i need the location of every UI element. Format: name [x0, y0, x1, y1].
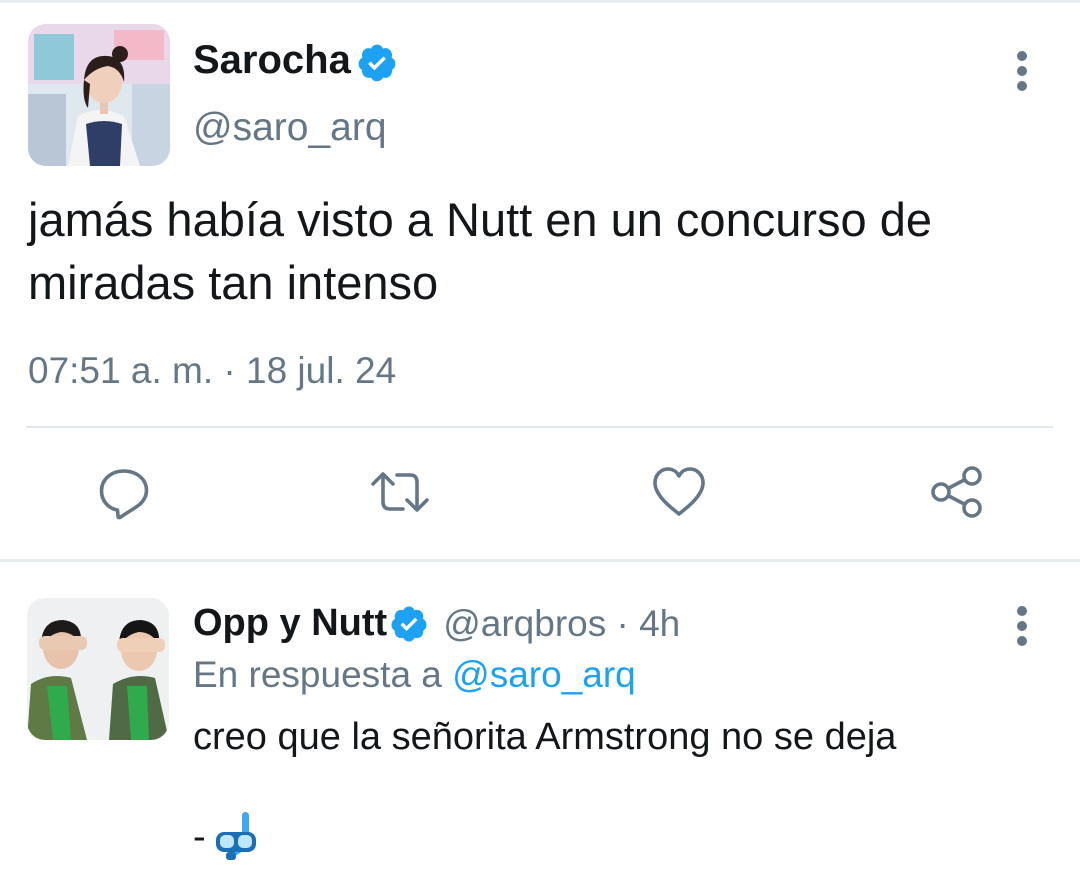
diving-mask-icon — [215, 812, 256, 860]
share-button[interactable] — [927, 462, 987, 522]
reply-tweet-signature: - — [193, 810, 266, 864]
main-tweet: Sarocha @saro_arq jamás había visto a Nu… — [0, 0, 1080, 560]
avatar-photo — [27, 598, 169, 740]
retweet-button[interactable] — [370, 462, 430, 522]
main-tweet-display-name[interactable]: Sarocha — [193, 38, 351, 83]
reply-button[interactable] — [94, 462, 154, 522]
reply-context: En respuesta a @saro_arq — [193, 654, 636, 696]
retweet-icon — [371, 472, 429, 512]
signature-dash: - — [193, 815, 206, 858]
main-tweet-avatar[interactable] — [28, 24, 170, 166]
reply-to-handle-link[interactable]: @saro_arq — [452, 654, 636, 695]
reply-tweet-text: creo que la señorita Armstrong no se dej… — [193, 716, 897, 758]
share-icon — [931, 466, 982, 518]
reply-tweet-header: Opp y Nutt @arqbros · 4h — [193, 602, 680, 645]
reply-context-prefix: En respuesta a — [193, 654, 453, 695]
more-vertical-icon[interactable] — [1015, 51, 1029, 91]
main-tweet-handle[interactable]: @saro_arq — [193, 106, 387, 150]
reply-tweet-display-name[interactable]: Opp y Nutt — [193, 602, 387, 645]
more-vertical-icon[interactable] — [1015, 606, 1029, 646]
verified-badge-icon — [358, 44, 396, 82]
main-tweet-text: jamás había visto a Nutt en un concurso … — [28, 193, 932, 309]
reply-tweet-avatar[interactable] — [27, 598, 169, 740]
reply-icon — [99, 469, 149, 520]
like-button[interactable] — [649, 462, 709, 522]
like-icon — [653, 467, 705, 516]
reply-tweet-handle[interactable]: @arqbros — [443, 603, 606, 645]
reply-tweet-time: · 4h — [606, 602, 681, 644]
tweet-actions-divider — [26, 426, 1053, 428]
verified-badge-icon — [391, 606, 427, 641]
tweet-separator — [0, 559, 1080, 562]
main-tweet-timestamp[interactable]: 07:51 a. m. · 18 jul. 24 — [28, 350, 396, 392]
avatar-photo — [28, 24, 170, 166]
